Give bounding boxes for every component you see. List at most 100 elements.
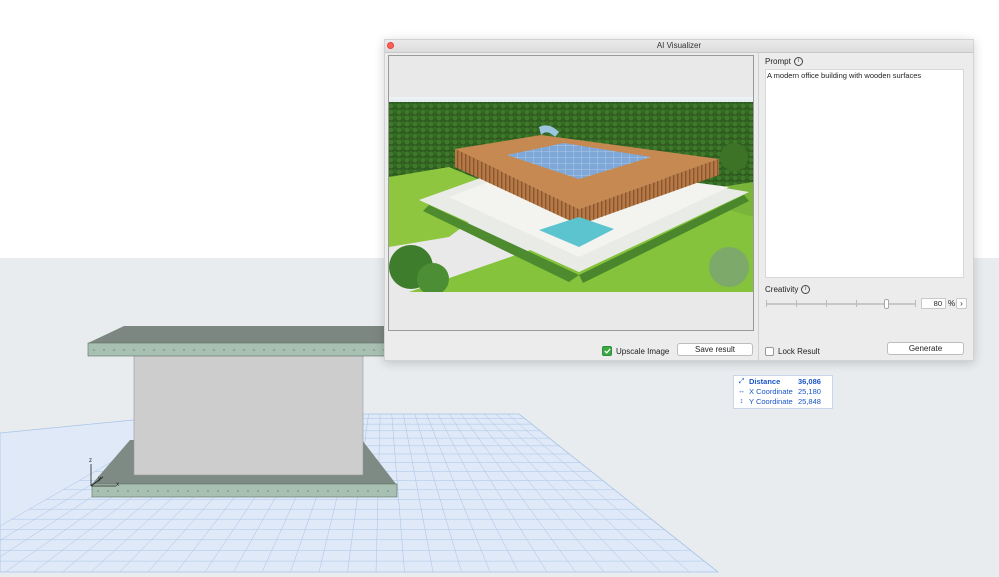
prompt-textarea[interactable]: A modern office building with wooden sur… xyxy=(765,69,964,278)
slab-dot xyxy=(93,349,95,351)
readout-value: 25,180 xyxy=(798,387,821,396)
dialog-title: AI Visualizer xyxy=(656,41,702,50)
readout-value: 36,086 xyxy=(798,377,821,386)
slab-dot xyxy=(273,349,275,351)
slab-dot xyxy=(363,349,365,351)
readout-row-distance: ⤢ Distance 36,086 xyxy=(736,377,832,387)
slab-dot xyxy=(143,349,145,351)
readout-value: 25,848 xyxy=(798,397,821,406)
percent-unit: % xyxy=(948,299,956,308)
slab-dot xyxy=(153,349,155,351)
slab-dot xyxy=(247,490,249,492)
slab-dot xyxy=(367,490,369,492)
axis-z-label: z xyxy=(89,458,92,464)
readout-row-x: ↔ X Coordinate 25,180 xyxy=(736,387,832,397)
slab-dot xyxy=(207,490,209,492)
lock-result-label: Lock Result xyxy=(778,346,820,356)
slab-dot xyxy=(303,349,305,351)
ai-visualizer-dialog: AI Visualizer Upscale Image Save result … xyxy=(384,39,974,361)
slab-dot xyxy=(183,349,185,351)
panel-divider xyxy=(758,53,759,361)
upscale-image-label: Upscale Image xyxy=(616,346,670,356)
slab-dot xyxy=(163,349,165,351)
slab-dot xyxy=(103,349,105,351)
slab-dot xyxy=(217,490,219,492)
x-arrow-icon: ↔ xyxy=(738,388,745,395)
slab-dot xyxy=(123,349,125,351)
slab-dot xyxy=(377,490,379,492)
wall-block xyxy=(133,353,364,476)
checkbox-box[interactable] xyxy=(765,346,774,356)
slider-thumb[interactable] xyxy=(883,299,889,309)
slab-dot xyxy=(213,349,215,351)
chevron-right-icon[interactable]: › xyxy=(956,298,967,309)
slab-dot xyxy=(347,490,349,492)
slab-dot xyxy=(197,490,199,492)
slab-dot xyxy=(327,490,329,492)
slider-tick xyxy=(826,300,827,307)
slab-dot xyxy=(297,490,299,492)
slab-dot xyxy=(133,349,135,351)
slab-dot xyxy=(233,349,235,351)
readout-row-y: ↕ Y Coordinate 25,848 xyxy=(736,397,832,407)
slab-dot xyxy=(203,349,205,351)
slab-dot xyxy=(267,490,269,492)
generate-button[interactable]: Generate xyxy=(887,342,964,355)
slab-dot xyxy=(263,349,265,351)
creativity-value-input[interactable]: 80 xyxy=(921,298,946,309)
slider-tick xyxy=(915,300,916,307)
info-icon[interactable]: i xyxy=(793,57,803,66)
axis-y-label: y xyxy=(98,476,101,482)
upscale-image-checkbox[interactable]: Upscale Image xyxy=(602,345,669,357)
slab-dot xyxy=(227,490,229,492)
slab-dot xyxy=(277,490,279,492)
creativity-label-row: Creativity i xyxy=(765,285,811,294)
distance-icon: ⤢ xyxy=(738,378,745,385)
slab-dot xyxy=(337,490,339,492)
slab-dot xyxy=(343,349,345,351)
save-result-button[interactable]: Save result xyxy=(677,343,753,356)
prompt-label: Prompt xyxy=(765,57,791,66)
dialog-titlebar[interactable]: AI Visualizer xyxy=(385,40,973,53)
slab-dot xyxy=(287,490,289,492)
y-arrow-icon: ↕ xyxy=(739,398,744,405)
slab-dot xyxy=(323,349,325,351)
slab-dot xyxy=(313,349,315,351)
slab-dot xyxy=(237,490,239,492)
lock-result-checkbox[interactable]: Lock Result xyxy=(765,345,820,357)
slab-dot xyxy=(357,490,359,492)
top-slab-edge xyxy=(87,342,391,357)
slider-tick xyxy=(796,300,797,307)
slab-dot xyxy=(137,490,139,492)
slab-dot xyxy=(353,349,355,351)
top-slab-top xyxy=(88,326,397,343)
readout-label: Distance xyxy=(749,377,781,386)
info-icon[interactable]: i xyxy=(801,285,811,294)
prompt-label-row: Prompt i xyxy=(765,57,803,66)
readout-label: Y Coordinate xyxy=(749,397,793,406)
slab-dot xyxy=(97,490,99,492)
slab-dot xyxy=(257,490,259,492)
slab-dot xyxy=(293,349,295,351)
slider-track[interactable] xyxy=(766,303,916,305)
slab-dot xyxy=(243,349,245,351)
slab-dot xyxy=(193,349,195,351)
creativity-slider[interactable] xyxy=(766,298,916,310)
slab-dot xyxy=(373,349,375,351)
checkmark-icon[interactable] xyxy=(602,346,612,356)
slab-dot xyxy=(187,490,189,492)
slab-dot xyxy=(117,490,119,492)
generated-image xyxy=(389,97,753,292)
coordinate-readout: ⤢ Distance 36,086 ↔ X Coordinate 25,180 … xyxy=(733,375,833,409)
slab-dot xyxy=(317,490,319,492)
creativity-label: Creativity xyxy=(765,285,799,294)
slab-dot xyxy=(253,349,255,351)
axis-x-label: x xyxy=(116,482,119,488)
slab-dot xyxy=(223,349,225,351)
slab-dot xyxy=(157,490,159,492)
slab-dot xyxy=(173,349,175,351)
slab-dot xyxy=(177,490,179,492)
slider-tick xyxy=(766,300,767,307)
slider-tick xyxy=(856,300,857,307)
preview-frame xyxy=(388,55,754,331)
